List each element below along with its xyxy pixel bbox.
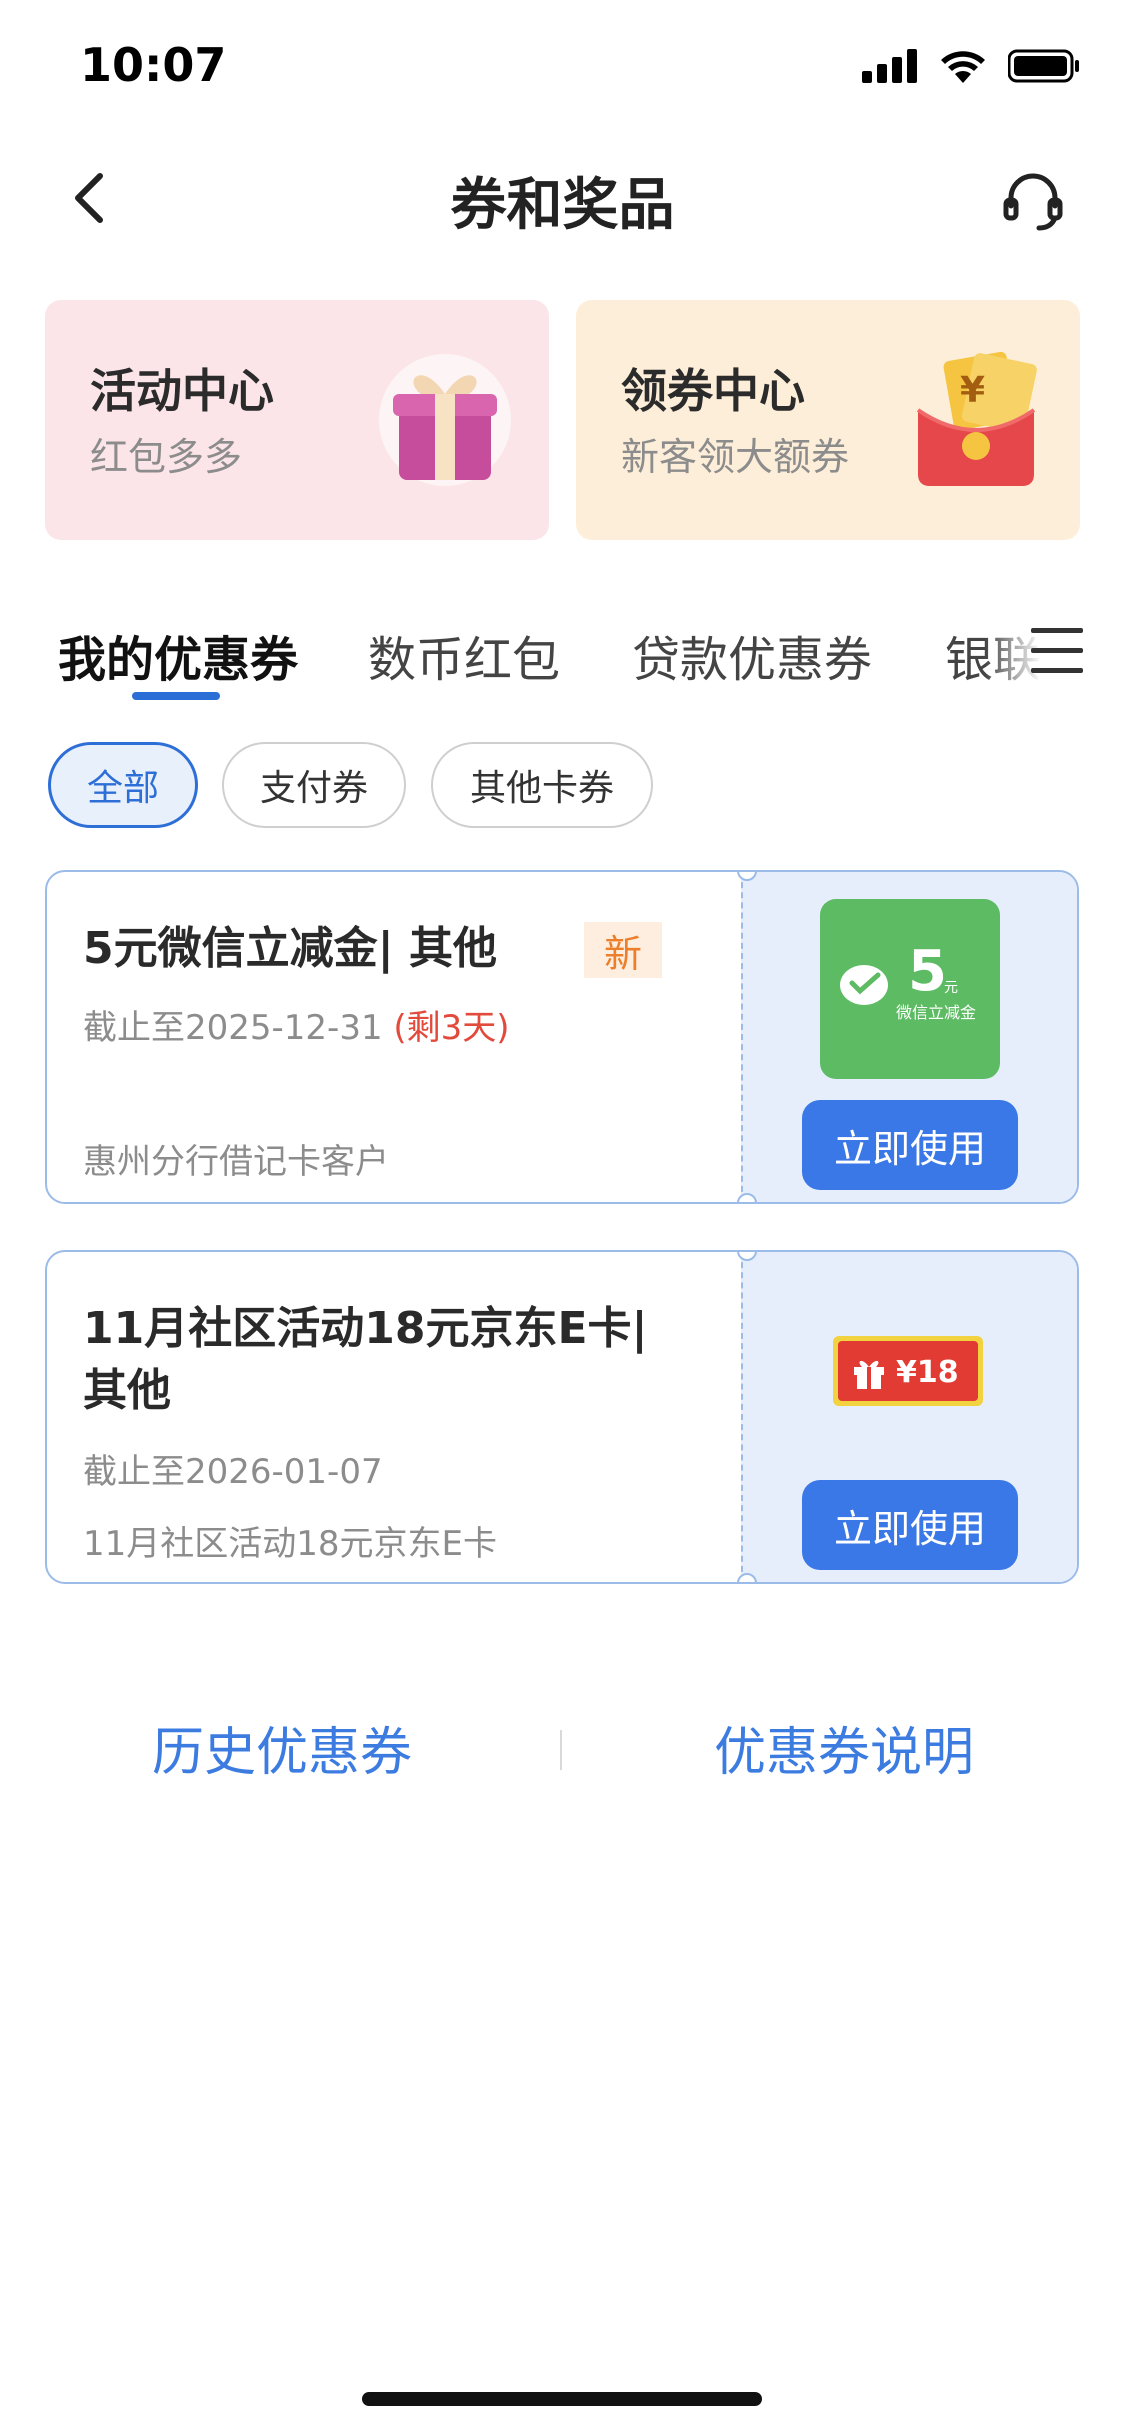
coupon-title: 5元微信立减金| 其他 — [83, 923, 498, 974]
coupon-note: 11月社区活动18元京东E卡 — [83, 1524, 498, 1564]
coupon-action-area: 5 元 微信立减金 立即使用 — [741, 872, 1077, 1202]
customer-service-icon[interactable] — [1001, 168, 1065, 232]
svg-text:¥: ¥ — [960, 370, 985, 411]
wechat-coupon-thumbnail: 5 元 微信立减金 — [820, 899, 1000, 1079]
nav-bar: 券和奖品 — [0, 140, 1125, 250]
coupon-expiry: 截止至2026-01-07 — [83, 1452, 383, 1492]
thumb-unit: 元 — [944, 980, 958, 996]
status-bar: 10:07 — [0, 0, 1125, 140]
coupon-expiry: 截止至2025-12-31 (剩3天) — [83, 1000, 510, 1049]
status-time: 10:07 — [80, 38, 227, 92]
filter-payment[interactable]: 支付券 — [222, 742, 406, 828]
new-badge: 新 — [584, 922, 662, 978]
activity-center-subtitle: 红包多多 — [90, 435, 243, 479]
use-now-button[interactable]: 立即使用 — [802, 1100, 1018, 1190]
coupon-center-subtitle: 新客领大额券 — [621, 435, 850, 479]
remaining-days: (剩3天) — [393, 1008, 510, 1048]
jd-card-thumbnail: ¥18 — [833, 1336, 983, 1406]
coupon-explanation-link[interactable]: 优惠券说明 — [714, 1710, 974, 1785]
wechat-icon — [840, 965, 888, 1005]
coupon-card-jd: 11月社区活动18元京东E卡| 其他 截止至2026-01-07 11月社区活动… — [45, 1250, 1079, 1584]
tab-my-coupons[interactable]: 我的优惠券 — [58, 620, 298, 690]
filter-other-cards[interactable]: 其他卡券 — [431, 742, 653, 828]
red-envelope-icon: ¥ — [916, 351, 1037, 486]
battery-icon — [1008, 49, 1079, 83]
history-coupons-link[interactable]: 历史优惠券 — [152, 1710, 412, 1785]
coupon-title-line1: 11月社区活动18元京东E卡| — [83, 1303, 648, 1354]
menu-icon[interactable] — [1027, 622, 1087, 678]
use-now-button[interactable]: 立即使用 — [802, 1480, 1018, 1570]
activity-center-title: 活动中心 — [90, 364, 274, 418]
gift-icon — [854, 1360, 884, 1389]
link-divider — [560, 1730, 562, 1770]
thumb-text: 微信立减金 — [896, 1003, 977, 1022]
home-indicator — [362, 2392, 762, 2406]
coupon-center-title: 领券中心 — [621, 364, 805, 418]
activity-center-card[interactable]: 活动中心 红包多多 — [45, 300, 549, 540]
filter-all[interactable]: 全部 — [48, 742, 198, 828]
coupon-center-card[interactable]: 领券中心 新客领大额券 ¥ — [576, 300, 1080, 540]
coupon-note: 惠州分行借记卡客户 — [83, 1142, 389, 1182]
gift-box-icon — [379, 354, 511, 486]
tab-digital-currency[interactable]: 数币红包 — [368, 620, 560, 690]
jd-card-face: ¥18 — [838, 1341, 978, 1401]
bottom-links: 历史优惠券 优惠券说明 — [0, 1710, 1125, 1790]
coupon-card-wechat: 5元微信立减金| 其他 新 截止至2025-12-31 (剩3天) 惠州分行借记… — [45, 870, 1079, 1204]
thumb-value: 5 — [908, 939, 947, 1004]
coupon-title-line2: 其他 — [83, 1365, 171, 1416]
category-tabs: 我的优惠券 数币红包 贷款优惠券 银联 — [0, 600, 1125, 710]
coupon-action-area: ¥18 立即使用 — [741, 1252, 1077, 1582]
wifi-icon — [941, 51, 985, 83]
tab-loan-coupons[interactable]: 贷款优惠券 — [632, 620, 872, 690]
expiry-date: 截止至2025-12-31 — [83, 1008, 383, 1048]
thumb-value: ¥18 — [896, 1355, 959, 1390]
page-title: 券和奖品 — [450, 173, 675, 238]
status-icons — [862, 48, 1080, 84]
signal-icon — [862, 49, 917, 83]
active-tab-indicator — [132, 692, 220, 700]
